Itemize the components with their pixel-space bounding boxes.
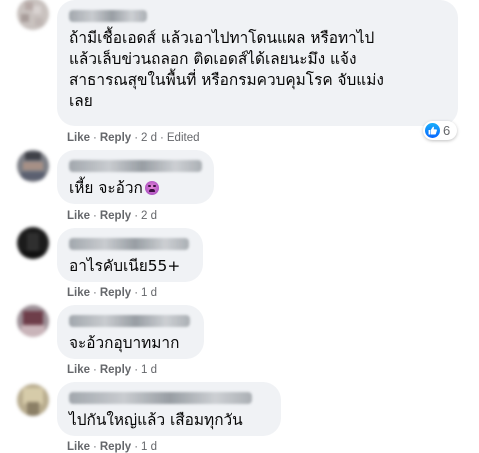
comment-text: ไปกันใหญ่แล้ว เสือมทุกวัน: [69, 411, 243, 429]
reply-button[interactable]: Reply: [100, 287, 131, 299]
reaction-summary[interactable]: 6: [423, 121, 457, 140]
avatar[interactable]: [17, 0, 49, 30]
like-icon: [425, 123, 440, 138]
author-name-blurred[interactable]: [69, 315, 190, 327]
author-name-blurred[interactable]: [69, 160, 202, 172]
author-name-blurred[interactable]: [69, 10, 147, 22]
like-button[interactable]: Like: [67, 364, 90, 376]
timestamp[interactable]: 1 d: [141, 364, 157, 376]
comment-bubble: เหี้ย จะอ้วก: [57, 150, 214, 204]
comment-actions: Like · Reply · 2 d: [67, 210, 158, 222]
comment-bubble: ถ้ามีเชื้อเอดส์ แล้วเอาไปทาโดนแผล หรือทา…: [57, 0, 458, 126]
avatar[interactable]: [17, 227, 49, 259]
comment-actions: Like · Reply · 1 d: [67, 364, 158, 376]
comment-text: อาไรคับเนีย55+: [69, 257, 181, 275]
like-button[interactable]: Like: [67, 441, 90, 453]
comment-actions: Like · Reply · 2 d · Edited: [67, 132, 200, 144]
reply-button[interactable]: Reply: [100, 210, 131, 222]
comment-actions: Like · Reply · 1 d: [67, 441, 158, 453]
reaction-count: 6: [443, 123, 451, 138]
timestamp[interactable]: 2 d: [141, 210, 157, 222]
comment-text: เหี้ย จะอ้วก: [69, 179, 143, 197]
like-button[interactable]: Like: [67, 210, 90, 222]
avatar[interactable]: [17, 305, 49, 337]
author-name-blurred[interactable]: [69, 238, 189, 250]
reply-button[interactable]: Reply: [100, 441, 131, 453]
comment-actions: Like · Reply · 1 d: [67, 287, 158, 299]
author-name-blurred[interactable]: [69, 392, 252, 404]
like-button[interactable]: Like: [67, 132, 90, 144]
avatar[interactable]: [17, 384, 49, 416]
like-button[interactable]: Like: [67, 287, 90, 299]
comment-text: ถ้ามีเชื้อเอดส์ แล้วเอาไปทาโดนแผล หรือทา…: [69, 29, 384, 110]
reply-button[interactable]: Reply: [100, 132, 131, 144]
reply-button[interactable]: Reply: [100, 364, 131, 376]
timestamp[interactable]: 1 d: [141, 441, 157, 453]
comment-bubble: จะอ้วกอุบาทมาก: [57, 305, 204, 359]
nauseated-face-icon: [144, 181, 159, 195]
comment-bubble: ไปกันใหญ่แล้ว เสือมทุกวัน: [57, 382, 281, 436]
comment-bubble: อาไรคับเนีย55+: [57, 228, 203, 282]
timestamp[interactable]: 1 d: [141, 287, 157, 299]
edited-label: Edited: [166, 132, 200, 144]
timestamp[interactable]: 2 d: [141, 132, 157, 144]
avatar[interactable]: [17, 150, 49, 182]
comment-text: จะอ้วกอุบาทมาก: [69, 334, 180, 352]
comment-text-row: เหี้ย จะอ้วก: [69, 178, 202, 199]
